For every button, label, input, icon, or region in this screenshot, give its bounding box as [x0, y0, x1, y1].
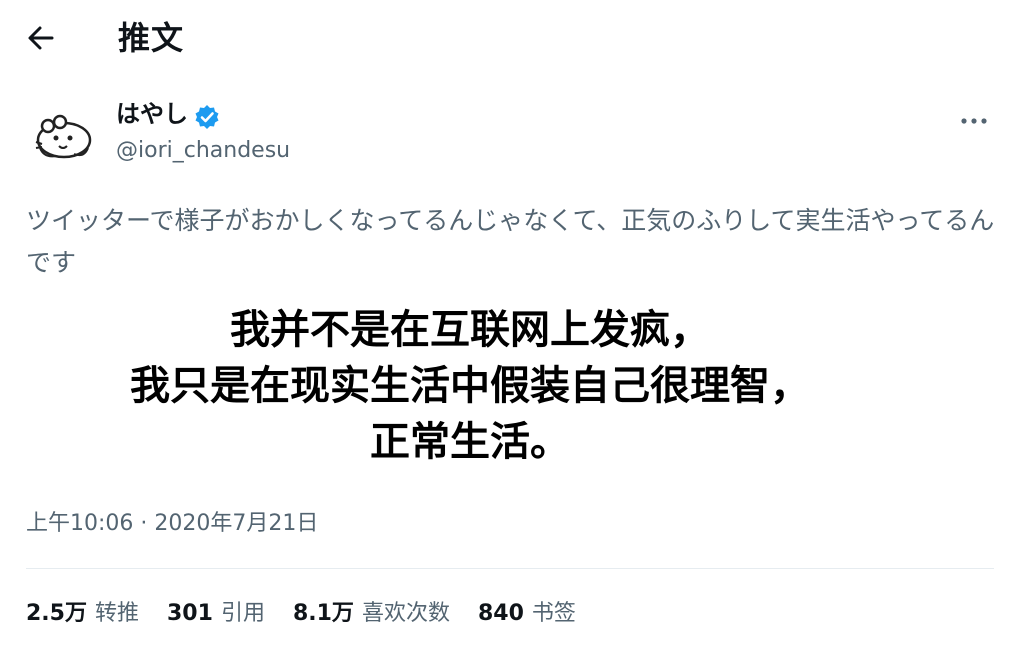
overlay-line-3: 正常生活。 [370, 419, 570, 465]
arrow-left-icon [28, 26, 54, 50]
engagement-stats: 2.5万 转推 301 引用 8.1万 喜欢次数 840 书签 [26, 594, 576, 634]
more-options-button[interactable] [954, 106, 994, 136]
cartoon-animal-avatar-icon [26, 102, 98, 174]
avatar[interactable] [26, 102, 98, 174]
tweet-header: 推文 [0, 0, 1024, 80]
stat-value: 840 [477, 601, 524, 626]
tweet-text: ツイッターで様子がおかしくなってるんじゃなくて、正気のふりして実生活やってるんで… [26, 206, 995, 277]
stat-label: 书签 [531, 601, 576, 626]
verified-badge-icon [195, 105, 219, 129]
stat-value: 301 [167, 601, 213, 626]
more-horizontal-icon [961, 118, 987, 124]
stat-value: 2.5万 [26, 601, 87, 626]
stat-retweets[interactable]: 2.5万 转推 [26, 594, 139, 634]
overlay-line-2: 我只是在现实生活中假装自己很理智， [130, 363, 810, 409]
stat-value: 8.1万 [292, 601, 354, 626]
stat-label: 转推 [94, 601, 139, 626]
divider [26, 568, 994, 569]
stat-likes[interactable]: 8.1万 喜欢次数 [293, 594, 450, 634]
stat-bookmarks[interactable]: 840 书签 [478, 594, 576, 634]
back-button[interactable] [22, 18, 62, 58]
overlay-line-1: 我并不是在互联网上发疯， [230, 307, 710, 353]
translation-overlay: 我并不是在互联网上发疯， 我只是在现实生活中假装自己很理智， 正常生活。 [40, 302, 900, 470]
tweet-timestamp[interactable]: 上午10:06 · 2020年7月21日 [26, 506, 318, 542]
display-name[interactable]: はやし [116, 98, 188, 130]
page-title: 推文 [118, 19, 185, 57]
stat-quotes[interactable]: 301 引用 [167, 594, 265, 634]
stat-label: 引用 [220, 601, 265, 626]
author-handle[interactable]: @iori_chandesu [116, 136, 290, 166]
stat-label: 喜欢次数 [361, 601, 450, 626]
author-row: はやし @iori_chandesu [0, 92, 1024, 174]
